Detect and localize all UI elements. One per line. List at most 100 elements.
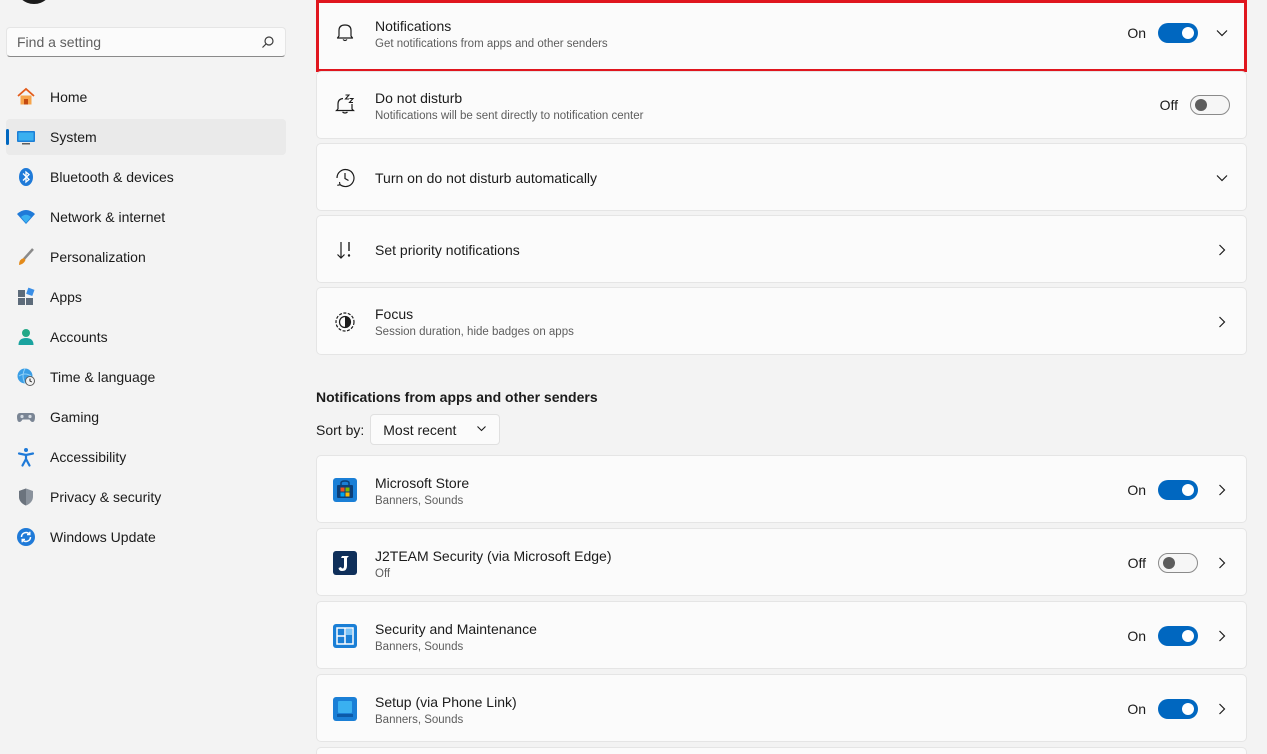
sidebar-item-label: Bluetooth & devices: [50, 169, 174, 185]
gamepad-icon: [16, 407, 36, 427]
wifi-icon: [16, 207, 36, 227]
dnd-toggle[interactable]: [1190, 95, 1230, 115]
app-state: Off: [1127, 555, 1146, 571]
toggle-knob: [1182, 27, 1194, 39]
sidebar-item-time-language[interactable]: Time & language: [6, 359, 286, 395]
focus-icon: [333, 310, 357, 334]
app-name: J2TEAM Security (via Microsoft Edge): [375, 548, 612, 564]
sidebar-item-accessibility[interactable]: Accessibility: [6, 439, 286, 475]
focus-subtitle: Session duration, hide badges on apps: [375, 326, 574, 338]
app-state: On: [1127, 482, 1146, 498]
sidebar-item-label: Windows Update: [50, 529, 156, 545]
app-toggle[interactable]: [1158, 480, 1198, 500]
notifications-state: On: [1127, 25, 1146, 41]
focus-title: Focus: [375, 306, 414, 322]
notifications-title: Notifications: [375, 18, 452, 34]
search-input[interactable]: [17, 34, 261, 50]
sidebar: Home System Bluetooth & devices Network …: [0, 0, 300, 754]
search-icon[interactable]: [261, 35, 275, 49]
dnd-subtitle: Notifications will be sent directly to n…: [375, 110, 644, 122]
clock-icon: [333, 166, 357, 190]
app-detail: Banners, Sounds: [375, 641, 464, 653]
sort-value: Most recent: [383, 421, 457, 438]
sidebar-item-home[interactable]: Home: [6, 79, 286, 115]
sidebar-item-label: Accessibility: [50, 449, 127, 465]
app-detail: Banners, Sounds: [375, 495, 464, 507]
microsoft-store-icon: [333, 478, 357, 502]
chevron-down-icon[interactable]: [1214, 25, 1230, 41]
accessibility-icon: [16, 447, 36, 467]
app-row-microsoft-store[interactable]: Microsoft Store Banners, Sounds On: [316, 455, 1247, 523]
chevron-right-icon[interactable]: [1214, 555, 1230, 571]
notifications-card[interactable]: Notifications Get notifications from app…: [316, 0, 1247, 70]
brush-icon: [16, 247, 36, 267]
sidebar-item-label: Personalization: [50, 249, 146, 265]
sort-label: Sort by:: [316, 421, 365, 438]
chevron-right-icon[interactable]: [1214, 701, 1230, 717]
sidebar-item-label: Home: [50, 89, 88, 105]
app-name: Security and Maintenance: [375, 621, 537, 637]
chevron-right-icon[interactable]: [1214, 314, 1230, 330]
chevron-right-icon[interactable]: [1214, 482, 1230, 498]
chevron-down-icon: [476, 421, 487, 439]
system-icon: [16, 127, 36, 147]
sidebar-item-network[interactable]: Network & internet: [6, 199, 286, 235]
avatar[interactable]: [16, 0, 52, 4]
priority-sort-icon: [333, 238, 357, 262]
chevron-right-icon[interactable]: [1214, 628, 1230, 644]
toggle-knob: [1182, 703, 1194, 715]
dnd-auto-title: Turn on do not disturb automatically: [375, 170, 598, 186]
app-toggle[interactable]: [1158, 699, 1198, 719]
toggle-knob: [1163, 557, 1175, 569]
app-detail: Banners, Sounds: [375, 714, 464, 726]
sidebar-item-gaming[interactable]: Gaming: [6, 399, 286, 435]
sort-control: Sort by: Most recent: [316, 414, 501, 445]
notifications-toggle[interactable]: [1158, 23, 1198, 43]
sort-dropdown[interactable]: Most recent: [370, 414, 501, 445]
app-row-security-maintenance[interactable]: Security and Maintenance Banners, Sounds…: [316, 601, 1247, 669]
search-box[interactable]: [6, 27, 286, 57]
app-name: Setup (via Phone Link): [375, 694, 517, 710]
sidebar-item-windows-update[interactable]: Windows Update: [6, 519, 286, 555]
focus-card[interactable]: Focus Session duration, hide badges on a…: [316, 287, 1247, 355]
sidebar-item-label: System: [50, 129, 97, 145]
priority-card[interactable]: Set priority notifications: [316, 215, 1247, 283]
sidebar-item-apps[interactable]: Apps: [6, 279, 286, 315]
sidebar-item-accounts[interactable]: Accounts: [6, 319, 286, 355]
app-row-j2team[interactable]: J2TEAM Security (via Microsoft Edge) Off…: [316, 528, 1247, 596]
sidebar-item-system[interactable]: System: [6, 119, 286, 155]
section-title: Notifications from apps and other sender…: [316, 389, 598, 405]
globe-clock-icon: [16, 367, 36, 387]
toggle-knob: [1195, 99, 1207, 111]
app-state: On: [1127, 701, 1146, 717]
sidebar-item-label: Accounts: [50, 329, 108, 345]
sidebar-item-label: Time & language: [50, 369, 156, 385]
dnd-state: Off: [1159, 97, 1178, 113]
app-name: Microsoft Store: [375, 475, 470, 491]
j2team-icon: [333, 551, 357, 575]
app-toggle[interactable]: [1158, 626, 1198, 646]
chevron-right-icon[interactable]: [1214, 242, 1230, 258]
accounts-icon: [16, 327, 36, 347]
app-row-partial[interactable]: [316, 747, 1247, 754]
shield-icon: [16, 487, 36, 507]
bluetooth-icon: [16, 167, 36, 187]
bell-zz-icon: [333, 92, 357, 116]
priority-title: Set priority notifications: [375, 242, 520, 258]
sidebar-item-label: Network & internet: [50, 209, 166, 225]
dnd-card[interactable]: Do not disturb Notifications will be sen…: [316, 71, 1247, 139]
bell-icon: [333, 20, 357, 44]
sidebar-item-privacy[interactable]: Privacy & security: [6, 479, 286, 515]
sidebar-item-personalization[interactable]: Personalization: [6, 239, 286, 275]
sidebar-nav: Home System Bluetooth & devices Network …: [6, 79, 286, 559]
update-icon: [16, 527, 36, 547]
sidebar-item-label: Gaming: [50, 409, 100, 425]
phone-link-icon: [333, 697, 357, 721]
sidebar-item-bluetooth[interactable]: Bluetooth & devices: [6, 159, 286, 195]
security-maintenance-icon: [333, 624, 357, 648]
dnd-auto-card[interactable]: Turn on do not disturb automatically: [316, 143, 1247, 211]
notifications-subtitle: Get notifications from apps and other se…: [375, 38, 608, 50]
chevron-down-icon[interactable]: [1214, 170, 1230, 186]
app-row-phone-link[interactable]: Setup (via Phone Link) Banners, Sounds O…: [316, 674, 1247, 742]
app-toggle[interactable]: [1158, 553, 1198, 573]
